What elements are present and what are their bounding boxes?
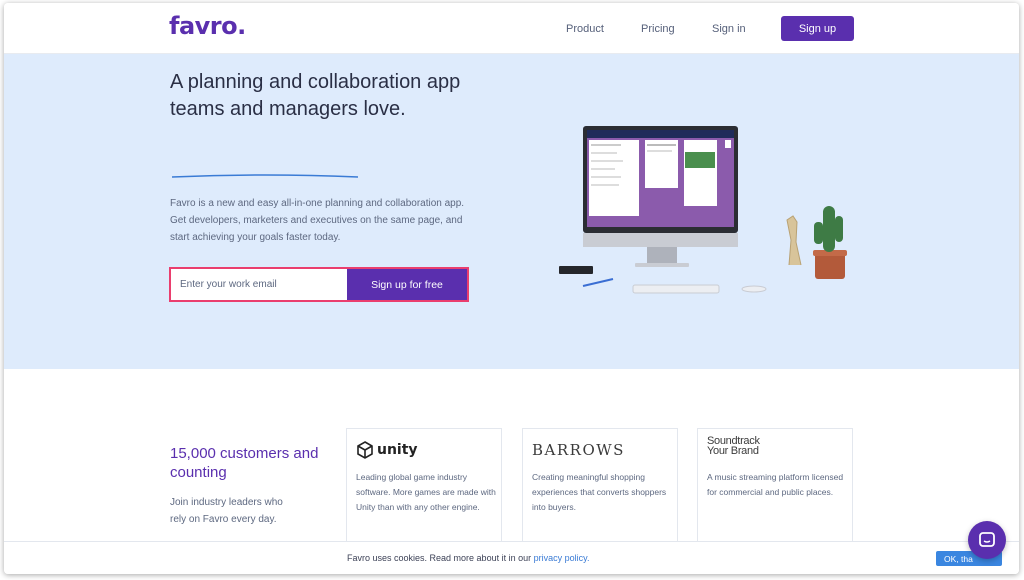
barrows-logo: BARROWS bbox=[532, 441, 625, 459]
unity-logo: unity bbox=[356, 438, 418, 462]
work-email-input[interactable] bbox=[171, 269, 347, 300]
cookie-banner: Favro uses cookies. Read more about it i… bbox=[4, 541, 1019, 574]
browser-page: favro. Product Pricing Sign in Sign up A… bbox=[4, 3, 1019, 574]
title-underline-decoration bbox=[171, 174, 359, 178]
cookie-message: Favro uses cookies. Read more about it i… bbox=[347, 553, 534, 563]
privacy-policy-link[interactable]: privacy policy. bbox=[534, 553, 590, 563]
customer-card-soundtrack: Soundtrack Your Brand A music streaming … bbox=[697, 428, 853, 558]
customer-card-barrows: BARROWS Creating meaningful shopping exp… bbox=[522, 428, 678, 558]
soundtrack-logo-line2: Your Brand bbox=[707, 444, 759, 457]
customers-heading: 15,000 customers and counting bbox=[170, 445, 319, 481]
customer-card-text: Creating meaningful shopping experiences… bbox=[532, 472, 667, 512]
header-signup-button[interactable]: Sign up bbox=[781, 16, 854, 41]
customer-card-text: Leading global game industry software. M… bbox=[356, 472, 496, 512]
nav-product-link[interactable]: Product bbox=[566, 23, 604, 35]
signup-free-button[interactable]: Sign up for free bbox=[347, 269, 467, 300]
site-header: favro. Product Pricing Sign in Sign up bbox=[4, 3, 1019, 54]
hero-section bbox=[4, 54, 1019, 369]
chat-bubble-icon bbox=[979, 532, 995, 547]
customer-card-unity: unity Leading global game industry softw… bbox=[346, 428, 502, 558]
hero-description: Favro is a new and easy all-in-one plann… bbox=[170, 198, 465, 243]
hero-title-line2: teams and managers love. bbox=[170, 98, 406, 120]
cookie-text: Favro uses cookies. Read more about it i… bbox=[347, 553, 589, 563]
chat-launcher-button[interactable] bbox=[968, 521, 1006, 559]
unity-cube-icon bbox=[357, 441, 373, 459]
hero-title: A planning and collaboration app teams a… bbox=[170, 69, 500, 123]
desk-illustration bbox=[559, 126, 847, 294]
soundtrack-logo: Soundtrack Your Brand bbox=[707, 436, 760, 461]
nav-pricing-link[interactable]: Pricing bbox=[641, 23, 675, 35]
customers-description: Join industry leaders who rely on Favro … bbox=[170, 497, 283, 525]
hero-title-line1: A planning and collaboration app bbox=[170, 71, 461, 93]
nav-signin-link[interactable]: Sign in bbox=[712, 23, 746, 35]
unity-logo-text: unity bbox=[377, 442, 418, 458]
favro-logo[interactable]: favro. bbox=[169, 12, 246, 40]
customer-card-text: A music streaming platform licensed for … bbox=[707, 472, 844, 497]
email-signup-form: Sign up for free bbox=[169, 267, 469, 302]
